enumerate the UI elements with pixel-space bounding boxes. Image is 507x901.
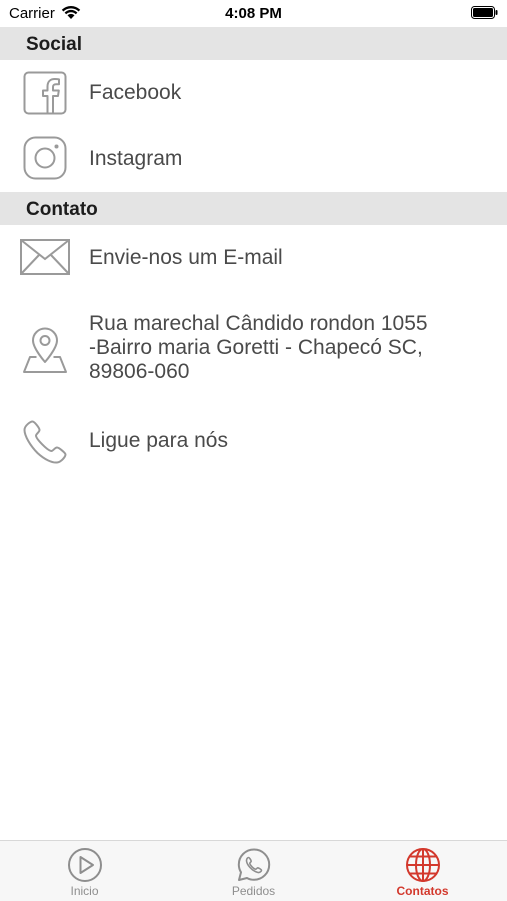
section-title: Contato (26, 199, 98, 220)
email-label: Envie-nos um E-mail (89, 246, 283, 269)
facebook-row[interactable]: Facebook (0, 60, 507, 126)
section-title: Social (26, 34, 82, 55)
tab-contatos[interactable]: Contatos (338, 841, 507, 901)
address-row[interactable]: Rua marechal Cândido rondon 1055 -Bairro… (0, 300, 507, 400)
address-line-2: -Bairro maria Goretti - Chapecó SC, (89, 336, 423, 359)
section-header-social: Social (0, 27, 507, 60)
whatsapp-icon (237, 848, 270, 881)
phone-row[interactable]: Ligue para nós (0, 408, 507, 474)
instagram-icon (23, 136, 67, 180)
address-text: Rua marechal Cândido rondon 1055 -Bairro… (89, 312, 469, 384)
status-time: 4:08 PM (225, 5, 282, 22)
email-row[interactable]: Envie-nos um E-mail (0, 225, 507, 291)
battery-icon (471, 6, 498, 19)
tab-label: Pedidos (231, 884, 276, 898)
globe-icon (405, 848, 440, 882)
map-pin-icon (23, 327, 67, 373)
tab-inicio[interactable]: Inicio (0, 841, 169, 901)
tab-bar: Inicio Pedidos Contatos (0, 840, 507, 901)
tab-label: Inicio (70, 884, 99, 898)
address-line-3: 89806-060 (89, 360, 190, 383)
status-bar: Carrier 4:08 PM (0, 0, 507, 27)
phone-label: Ligue para nós (89, 429, 228, 452)
tab-label: Contatos (396, 884, 449, 898)
address-line-1: Rua marechal Cândido rondon 1055 (89, 312, 428, 335)
tab-pedidos[interactable]: Pedidos (169, 841, 338, 901)
play-icon (67, 848, 102, 882)
instagram-label: Instagram (89, 147, 183, 170)
instagram-row[interactable]: Instagram (0, 126, 507, 192)
facebook-icon (23, 71, 67, 115)
facebook-label: Facebook (89, 81, 182, 104)
section-header-contato: Contato (0, 192, 507, 225)
mail-icon (20, 239, 70, 275)
phone-icon (23, 420, 67, 464)
